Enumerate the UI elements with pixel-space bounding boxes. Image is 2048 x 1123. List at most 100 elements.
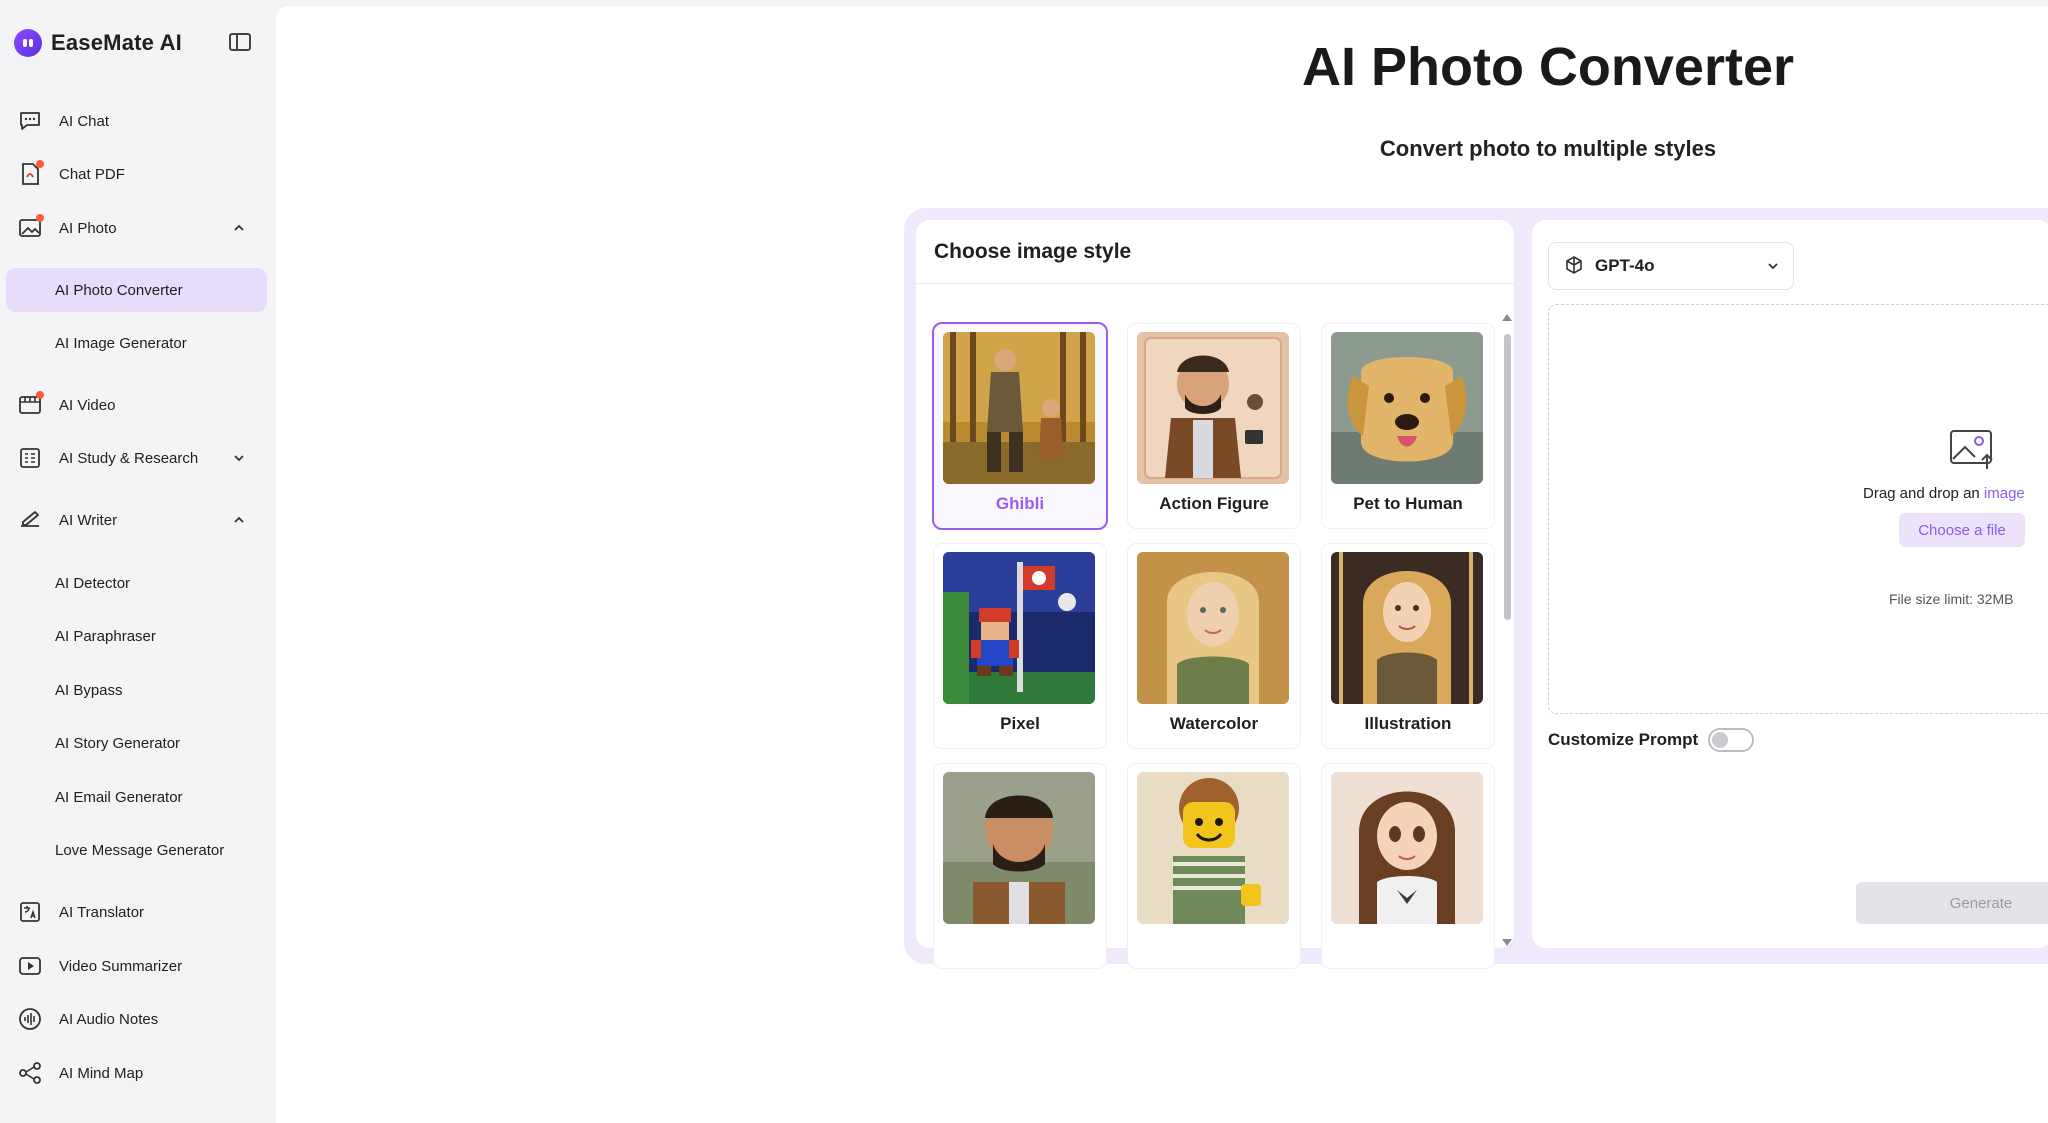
style-label: Action Figure xyxy=(1159,494,1269,513)
choose-file-button[interactable]: Choose a file xyxy=(1899,513,2025,547)
image-upload-icon xyxy=(1950,430,1993,469)
photo-icon xyxy=(18,214,44,240)
sidebar-item-label: Love Message Generator xyxy=(55,841,225,859)
sidebar-item-ai-mind-map[interactable]: AI Mind Map xyxy=(6,1051,267,1095)
sidebar-item-label: AI Detector xyxy=(55,574,131,592)
mind-map-icon xyxy=(18,1061,42,1085)
scroll-down-arrow-icon[interactable] xyxy=(1502,939,1512,946)
chevron-down-icon xyxy=(234,455,244,462)
pixel-thumbnail xyxy=(943,552,1095,704)
notification-dot xyxy=(36,391,44,399)
sidebar-item-video-summarizer[interactable]: Video Summarizer xyxy=(6,944,267,988)
sidebar-item-ai-photo[interactable]: AI Photo xyxy=(6,206,267,250)
easemate-logo-icon xyxy=(14,29,42,57)
style-label: Watercolor xyxy=(1169,714,1259,733)
sidebar-item-label: Video Summarizer xyxy=(59,957,183,975)
chat-icon xyxy=(18,109,42,133)
sidebar-item-label: AI Mind Map xyxy=(59,1064,144,1082)
model-select[interactable]: GPT-4o xyxy=(1548,242,1794,290)
notification-dot xyxy=(36,160,44,168)
dropzone-instruction: Drag and drop an xyxy=(1863,485,1984,502)
sidebar-item-label: AI Photo Converter xyxy=(55,281,183,299)
model-select-value: GPT-4o xyxy=(1595,256,1655,275)
brand[interactable]: EaseMate AI xyxy=(14,28,182,58)
dropzone-text: Drag and drop an image xyxy=(1863,485,2025,502)
sidebar-item-label: AI Photo xyxy=(59,219,117,237)
scroll-up-arrow-icon[interactable] xyxy=(1502,314,1512,321)
openai-icon xyxy=(1566,256,1582,274)
page-subtitle: Convert photo to multiple styles xyxy=(1379,136,1717,161)
clay-thumbnail xyxy=(943,772,1095,924)
dropzone-image-link[interactable]: image xyxy=(1984,485,2025,502)
main-content: AI Photo Converter Convert photo to mult… xyxy=(276,6,2048,1123)
style-card-action-figure[interactable]: Action Figure xyxy=(1128,324,1300,528)
style-card-pet-to-human[interactable]: Pet to Human xyxy=(1322,324,1494,528)
translate-icon xyxy=(18,900,42,924)
play-icon xyxy=(18,954,42,978)
sidebar-item-label: AI Writer xyxy=(59,511,118,529)
scrollbar-thumb[interactable] xyxy=(1504,334,1511,620)
sidebar-item-label: AI Image Generator xyxy=(55,334,187,352)
page-title: AI Photo Converter xyxy=(1301,37,1795,97)
pet-to-human-thumbnail xyxy=(1331,332,1483,484)
style-card-illustration[interactable]: Illustration xyxy=(1322,544,1494,748)
sidebar-item-ai-video[interactable]: AI Video xyxy=(6,383,267,427)
chevron-down-icon xyxy=(1768,263,1778,270)
sidebar: EaseMate AI AI Chat Chat PDF AI Photo AI… xyxy=(0,0,276,1123)
sidebar-item-label: AI Paraphraser xyxy=(55,627,156,645)
style-label: Pixel xyxy=(1000,714,1040,733)
sidebar-item-label: AI Study & Research xyxy=(59,449,199,467)
action-figure-thumbnail xyxy=(1137,332,1289,484)
lego-thumbnail xyxy=(1137,772,1289,924)
sidebar-item-ai-story-generator[interactable]: AI Story Generator xyxy=(6,721,267,765)
ghibli-thumbnail xyxy=(943,332,1095,484)
sidebar-item-label: Chat PDF xyxy=(59,165,125,183)
sidebar-item-ai-audio-notes[interactable]: AI Audio Notes xyxy=(6,997,267,1041)
sidebar-item-ai-study-research[interactable]: AI Study & Research xyxy=(6,436,267,480)
sidebar-item-label: AI Story Generator xyxy=(55,734,181,752)
sidebar-item-ai-detector[interactable]: AI Detector xyxy=(6,561,267,605)
customize-prompt-row: Customize Prompt xyxy=(1548,726,1755,754)
style-card-clay[interactable] xyxy=(934,764,1106,968)
style-label: Pet to Human xyxy=(1353,494,1463,513)
sidebar-item-ai-bypass[interactable]: AI Bypass xyxy=(6,668,267,712)
chevron-up-icon xyxy=(234,516,244,523)
sidebar-collapse-icon[interactable] xyxy=(229,33,251,51)
file-size-limit: File size limit: 32MB xyxy=(1889,591,2014,607)
sidebar-item-chat-pdf[interactable]: Chat PDF xyxy=(6,152,267,196)
watercolor-thumbnail xyxy=(1137,552,1289,704)
chevron-up-icon xyxy=(234,224,244,231)
study-icon xyxy=(18,446,42,470)
sidebar-item-label: AI Bypass xyxy=(55,681,123,699)
style-scrollbar[interactable] xyxy=(1502,314,1512,946)
writer-icon xyxy=(18,508,42,532)
3d-cartoon-thumbnail xyxy=(1331,772,1483,924)
sidebar-item-love-message-generator[interactable]: Love Message Generator xyxy=(6,828,267,872)
style-card-watercolor[interactable]: Watercolor xyxy=(1128,544,1300,748)
style-card-pixel[interactable]: Pixel xyxy=(934,544,1106,748)
upload-panel: GPT-4o Drag and drop an image Choose a f… xyxy=(1532,220,2048,948)
style-card-lego[interactable] xyxy=(1128,764,1300,968)
sidebar-item-ai-image-generator[interactable]: AI Image Generator xyxy=(6,321,267,365)
generate-button[interactable]: Generate xyxy=(1856,882,2048,924)
sidebar-item-ai-paraphraser[interactable]: AI Paraphraser xyxy=(6,614,267,658)
style-card-ghibli[interactable]: Ghibli xyxy=(934,324,1106,528)
sidebar-item-label: AI Email Generator xyxy=(55,788,183,806)
sidebar-item-ai-photo-converter[interactable]: AI Photo Converter xyxy=(6,268,267,312)
pdf-icon xyxy=(18,160,44,186)
sidebar-item-ai-chat[interactable]: AI Chat xyxy=(6,99,267,143)
sidebar-item-label: AI Audio Notes xyxy=(59,1010,159,1028)
image-dropzone[interactable]: Drag and drop an image Choose a file Fil… xyxy=(1548,304,2048,714)
style-label: Illustration xyxy=(1364,714,1452,733)
style-panel-heading: Choose image style xyxy=(916,220,1514,284)
style-label: Ghibli xyxy=(995,494,1045,513)
customize-prompt-toggle[interactable] xyxy=(1708,728,1755,752)
customize-prompt-label: Customize Prompt xyxy=(1548,730,1699,749)
sidebar-item-ai-email-generator[interactable]: AI Email Generator xyxy=(6,775,267,819)
notification-dot xyxy=(36,214,44,222)
audio-wave-icon xyxy=(18,1007,42,1031)
sidebar-item-label: AI Video xyxy=(59,396,116,414)
sidebar-item-ai-writer[interactable]: AI Writer xyxy=(6,498,267,542)
style-card-3d-cartoon[interactable] xyxy=(1322,764,1494,968)
sidebar-item-ai-translator[interactable]: AI Translator xyxy=(6,890,267,934)
